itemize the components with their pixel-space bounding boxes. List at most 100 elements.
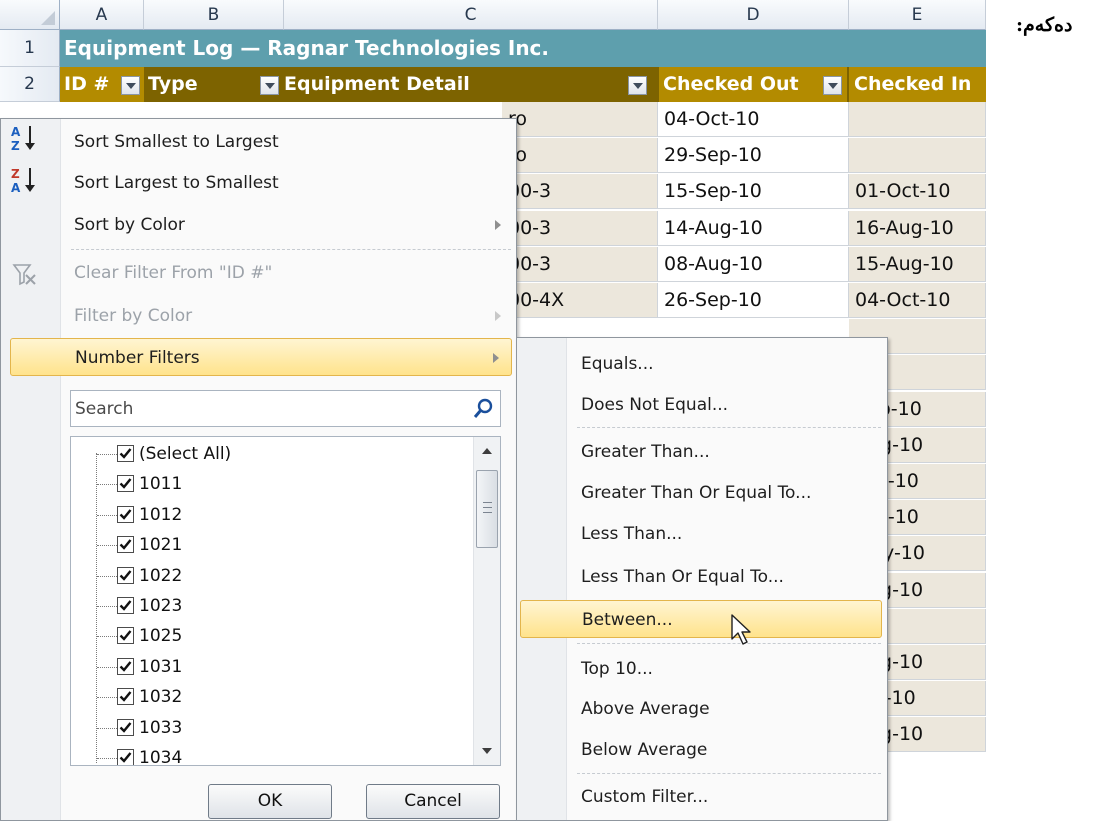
checkbox[interactable] xyxy=(117,597,134,614)
header-checked-out[interactable]: Checked Out xyxy=(659,67,847,102)
checkbox[interactable] xyxy=(117,475,134,493)
cell-checked-in[interactable]: 04-Oct-10 xyxy=(849,283,986,318)
cell-detail[interactable]: ro xyxy=(502,138,658,173)
submenu-arrow-icon xyxy=(495,220,501,230)
cell-checked-out[interactable]: 08-Aug-10 xyxy=(658,247,849,282)
cell-detail[interactable]: 00-3 xyxy=(502,174,658,209)
checkbox[interactable] xyxy=(117,505,134,523)
scroll-up-arrow-icon[interactable] xyxy=(482,448,492,454)
number-filters-item[interactable]: Number Filters xyxy=(10,338,512,376)
cell-detail[interactable]: 00-3 xyxy=(502,211,658,246)
grip-line xyxy=(483,512,492,513)
filter-value-item[interactable]: 1034 xyxy=(71,743,471,765)
cell-checked-out[interactable]: 29-Sep-10 xyxy=(658,138,849,173)
checkbox[interactable] xyxy=(117,536,134,554)
filter-value-label: 1032 xyxy=(139,687,183,708)
checkbox[interactable] xyxy=(117,749,134,765)
sort-ascending-label: Sort Smallest to Largest xyxy=(74,132,279,152)
above-average-item[interactable]: Above Average xyxy=(568,690,710,728)
cell-checked-in[interactable]: 16-Aug-10 xyxy=(849,211,986,246)
tree-connector xyxy=(97,454,117,455)
filter-dropdown-checked-out[interactable] xyxy=(823,76,842,95)
filter-value-item[interactable]: 1023 xyxy=(71,591,471,621)
filter-value-item[interactable]: 1025 xyxy=(71,621,471,651)
filter-value-item[interactable]: 1032 xyxy=(71,682,471,712)
row-header-1[interactable]: 1 xyxy=(0,30,60,67)
scroll-down-arrow-icon[interactable] xyxy=(482,748,492,754)
tree-connector xyxy=(97,575,117,577)
submenu-arrow-icon xyxy=(495,311,501,321)
filter-dropdown-detail[interactable] xyxy=(628,76,647,95)
filter-dropdown-id[interactable] xyxy=(121,76,140,95)
custom-filter-item[interactable]: Custom Filter... xyxy=(568,778,708,816)
scrollbar-thumb[interactable] xyxy=(476,470,498,548)
less-than-item[interactable]: Less Than... xyxy=(568,515,682,553)
cell-checked-in[interactable]: 01-Oct-10 xyxy=(849,174,986,209)
header-checked-out-label: Checked Out xyxy=(663,73,799,95)
filter-dropdown-type[interactable] xyxy=(260,76,279,95)
cell-checked-out[interactable]: 15-Sep-10 xyxy=(658,174,849,209)
cell-detail[interactable]: ro xyxy=(502,102,658,137)
filter-value-item[interactable]: 1022 xyxy=(71,561,471,591)
cell-detail[interactable]: 00-3 xyxy=(502,247,658,282)
title-row[interactable]: Equipment Log — Ragnar Technologies Inc. xyxy=(60,30,986,67)
cell-detail[interactable]: 00-4X xyxy=(502,283,658,318)
less-than-label: Less Than... xyxy=(581,524,683,544)
cell-checked-in[interactable] xyxy=(849,102,986,137)
search-icon[interactable] xyxy=(472,398,494,420)
side-caption: دەکەم: xyxy=(1016,14,1072,36)
filter-value-item[interactable]: 1031 xyxy=(71,652,471,682)
top-10-item[interactable]: Top 10... xyxy=(568,650,653,688)
filter-value-item[interactable]: 1011 xyxy=(71,469,471,499)
sort-by-color-item[interactable]: Sort by Color xyxy=(63,206,513,244)
select-all-item[interactable]: (Select All) xyxy=(71,439,471,469)
cell-checked-out[interactable]: 14-Aug-10 xyxy=(658,211,849,246)
does-not-equal-label: Does Not Equal... xyxy=(581,395,729,415)
cell-checked-out[interactable]: 26-Sep-10 xyxy=(658,283,849,318)
column-header-c[interactable]: C xyxy=(284,0,658,30)
filter-value-item[interactable]: 1033 xyxy=(71,713,471,743)
submenu-arrow-icon xyxy=(493,353,499,363)
filter-value-label: 1025 xyxy=(139,626,183,647)
ok-button[interactable]: OK xyxy=(208,784,332,819)
header-type[interactable]: Type xyxy=(144,67,258,102)
select-all-corner[interactable] xyxy=(0,0,60,30)
sort-ascending-item[interactable]: Sort Smallest to Largest xyxy=(63,123,279,161)
header-detail[interactable]: Equipment Detail xyxy=(280,67,650,102)
equals-item[interactable]: Equals... xyxy=(568,345,654,383)
between-item[interactable]: Between... xyxy=(520,600,882,638)
column-header-b[interactable]: B xyxy=(144,0,284,30)
checkbox[interactable] xyxy=(117,445,134,462)
list-scrollbar[interactable] xyxy=(473,437,500,765)
does-not-equal-item[interactable]: Does Not Equal... xyxy=(568,386,728,424)
clear-filter-icon xyxy=(12,264,36,286)
filter-by-color-item: Filter by Color xyxy=(63,297,513,335)
cancel-button[interactable]: Cancel xyxy=(366,784,500,819)
tree-connector xyxy=(97,606,117,607)
search-input[interactable] xyxy=(71,391,461,426)
filter-value-label: 1021 xyxy=(139,535,183,556)
filter-value-item[interactable]: 1012 xyxy=(71,500,471,530)
column-label: E xyxy=(911,5,923,25)
less-than-or-equal-item[interactable]: Less Than Or Equal To... xyxy=(568,558,784,596)
cell-checked-out[interactable]: 04-Oct-10 xyxy=(658,102,849,137)
checkbox[interactable] xyxy=(117,627,134,645)
greater-than-or-equal-item[interactable]: Greater Than Or Equal To... xyxy=(568,474,811,512)
below-average-item[interactable]: Below Average xyxy=(568,731,707,769)
column-header-e[interactable]: E xyxy=(849,0,986,30)
checkbox[interactable] xyxy=(117,566,134,584)
cell-checked-in[interactable]: 15-Aug-10 xyxy=(849,247,986,282)
cell-checked-in[interactable] xyxy=(849,138,986,173)
row-header-2[interactable]: 2 xyxy=(0,67,60,102)
checkbox[interactable] xyxy=(117,688,134,706)
column-header-a[interactable]: A xyxy=(60,0,144,30)
tree-connector xyxy=(97,484,117,486)
filter-value-item[interactable]: 1021 xyxy=(71,530,471,560)
column-header-d[interactable]: D xyxy=(658,0,849,30)
tree-connector xyxy=(97,636,117,638)
header-checked-in[interactable]: Checked In xyxy=(849,67,986,102)
checkbox[interactable] xyxy=(117,718,134,736)
sort-descending-item[interactable]: Sort Largest to Smallest xyxy=(63,164,279,202)
checkbox[interactable] xyxy=(117,657,134,675)
greater-than-item[interactable]: Greater Than... xyxy=(568,433,710,471)
